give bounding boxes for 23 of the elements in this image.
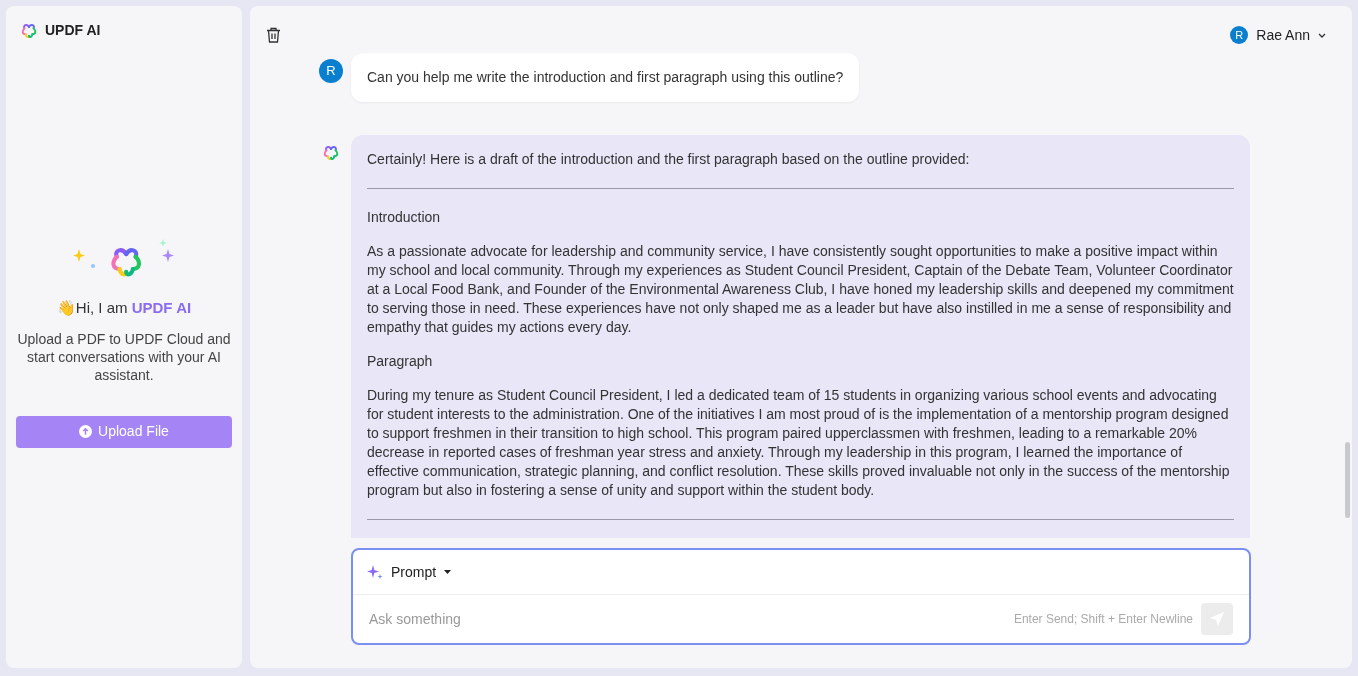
message-text: Introduction xyxy=(367,208,442,227)
greeting-text: 👋Hi, I am UPDF AI xyxy=(56,298,192,318)
caret-icon xyxy=(444,570,452,574)
assistant-logo-icon xyxy=(323,145,339,161)
message-text: During my tenure as Student Council President, I led a dedicated team of 15 students in organizing various school events and advocating for student interests to the administration. One of the initiatives I am most proud of is the implementation of a mentorship program designed to support freshmen in their transition to high school. This program paired upperclassmen with freshmen, leading to a remarkable 20% decrease in reported cases of freshman year stress and anxiety. Through my leadership in this program, I learned the importance of effective communication, strategic planning, and conflict resolution. These skills proved invaluable not only in the success of the mentorship program but also in fostering a sense of unity and support within the student body. xyxy=(367,386,1231,500)
shortcut-hint: Enter Send; Shift + Enter Newline xyxy=(1013,611,1193,628)
message-text: As a passionate advocate for leadership and community service, I have consistently sought opportunities to make a positive impact within my school and local community. Through my experiences as Student Council President, Captain of the Debate Team, Volunteer Coordinator at a Local Food Bank, and Founder of the Environmental Awareness Club, I have honed my leadership skills and deepened my commitment to serving those in need. These experiences have not only shaped me as a leader but have also instilled in me a sense of responsibility and empathy that guides my actions every day. xyxy=(367,242,1234,337)
message-input[interactable]: Ask something xyxy=(369,608,1006,630)
upload-icon xyxy=(79,425,93,438)
user-avatar: R xyxy=(319,59,343,83)
trash-icon[interactable] xyxy=(266,27,281,43)
description-text: Upload a PDF to UPDF Cloud and start conversations with your AI assistant. xyxy=(16,329,232,384)
sparkle-icon xyxy=(367,565,383,579)
message-text: Certainly! Here is a draft of the introduction and the first paragraph based on the outline provided: xyxy=(367,150,971,169)
chevron-down-icon xyxy=(1318,32,1326,38)
user-avatar: R xyxy=(1230,26,1249,44)
user-menu[interactable]: R Rae Ann xyxy=(1230,24,1326,46)
brand-logo-icon xyxy=(21,22,37,39)
user-message: Can you help me write the introduction and first paragraph using this outline? xyxy=(351,53,860,102)
prompt-dropdown[interactable]: Prompt xyxy=(367,561,452,583)
message-text: Paragraph xyxy=(367,352,434,371)
user-name: Rae Ann xyxy=(1256,25,1310,45)
brand-title: UPDF AI xyxy=(45,21,101,40)
